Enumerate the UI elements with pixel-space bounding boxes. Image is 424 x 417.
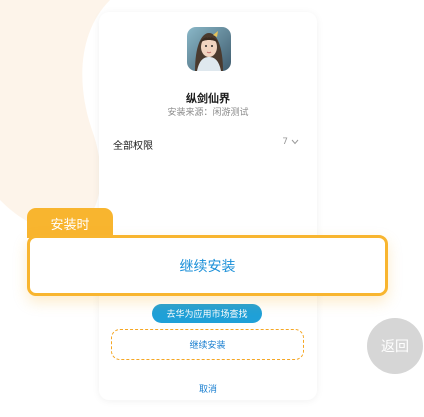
cancel-button[interactable]: 取消: [99, 382, 317, 395]
find-in-huawei-market-button[interactable]: 去华为应用市场查找: [152, 304, 262, 323]
back-button[interactable]: 返回: [367, 318, 423, 374]
permissions-count: 7: [282, 137, 288, 147]
install-time-tag: 安装时: [27, 208, 113, 238]
install-source: 安装来源：闲游测试: [167, 108, 249, 118]
permissions-toggle[interactable]: 7: [282, 137, 299, 147]
install-dialog-card: 纵剑仙界 安装来源：闲游测试 全部权限 7 去华为应用市场查找 继续安装 取消: [99, 12, 317, 400]
app-icon: [187, 27, 231, 71]
continue-install-highlight[interactable]: 继续安装: [27, 235, 388, 296]
chevron-down-icon: [291, 139, 299, 145]
app-name: 纵剑仙界: [186, 92, 230, 105]
continue-install-button[interactable]: 继续安装: [111, 329, 304, 360]
all-permissions-label[interactable]: 全部权限: [113, 137, 153, 152]
